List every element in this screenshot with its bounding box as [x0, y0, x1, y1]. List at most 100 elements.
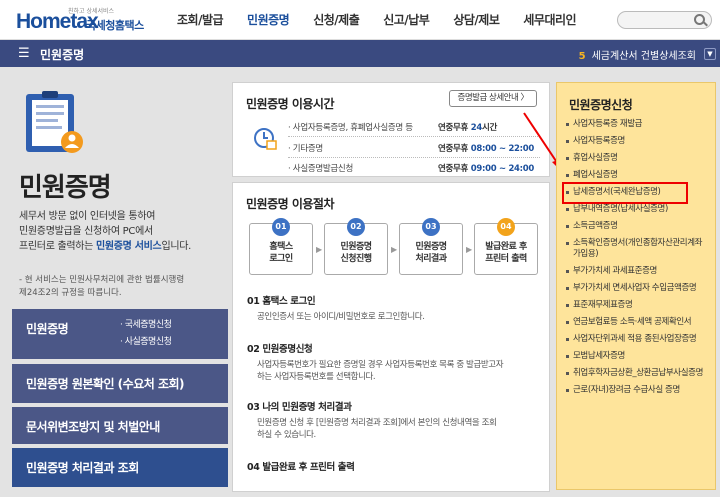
hours-row: · 사업자등록증명, 휴폐업사실증명 등 연중무휴 24시간: [288, 121, 540, 133]
description-line: 민원증명 신청 후 [민원증명 처리결과 조회]에서 본인의 신청내역을 조회: [257, 418, 497, 428]
list-item[interactable]: 부가가치세 면세사업자 수입금액증명: [564, 283, 714, 294]
ticker-text: 세금계산서 건별상세조회: [591, 51, 696, 62]
original-verification-button[interactable]: 민원증명 원본확인 (수요처 조회): [12, 364, 228, 403]
step-label: 발급완료 후프린터 출력: [475, 241, 537, 265]
procedure-panel: 민원증명 이용절차 01 홈택스 로그인 ▶ 02 민원증명 신청진행 ▶ 03 민…: [232, 182, 550, 492]
list-item[interactable]: 소득확인증명서(개인종합자산관리계좌 가입용): [564, 238, 714, 260]
submenu-national-tax-certificate[interactable]: · 국세증명신청: [120, 317, 172, 334]
list-item[interactable]: 표준재무제표증명: [564, 300, 714, 311]
search-icon[interactable]: [694, 14, 705, 25]
description-line: 사업자등록번호가 필요한 증명일 경우 사업자등록번호 목록 중 발급받고자: [257, 360, 504, 370]
step-number: 04: [497, 218, 515, 236]
search-input[interactable]: [624, 14, 688, 26]
list-item[interactable]: 모범납세자증명: [564, 351, 714, 362]
forgery-prevention-button[interactable]: 문서위변조방지 및 처벌안내: [12, 407, 228, 444]
list-item[interactable]: 폐업사실증명: [564, 170, 714, 181]
section-description: 민원증명 신청 후 [민원증명 처리결과 조회]에서 본인의 신청내역을 조회하…: [257, 417, 542, 441]
nav-item[interactable]: 신고/납부: [371, 0, 441, 40]
note-line: - 현 서비스는 민원사무처리에 관한 법률시행령: [19, 275, 185, 285]
hometax-logo[interactable]: 친하고 상세서비스 Hometax 국세청홈택스: [10, 4, 155, 36]
nav-item[interactable]: 상담/제보: [441, 0, 511, 40]
document-icon: [26, 91, 83, 153]
list-item-text: 부가가치세 면세사업자 수입금액증명: [573, 283, 697, 293]
divider: [288, 136, 540, 137]
procedure-steps: 01 홈택스 로그인 ▶ 02 민원증명 신청진행 ▶ 03 민원증명 처리결과 ▶ …: [249, 218, 539, 275]
list-item[interactable]: 연금보험료등 소득·세액 공제확인서: [564, 317, 714, 328]
step-line: 홈택스: [269, 242, 293, 252]
step-number: 02: [347, 218, 365, 236]
certificate-list: 사업자등록증 재발급 사업자등록증명 휴업사실증명 폐업사실증명 납세증명서(국…: [562, 119, 714, 402]
list-item-highlighted[interactable]: 납세증명서(국세완납증명): [562, 182, 714, 204]
hours-value: 연중무휴 24시간: [438, 121, 497, 133]
procedure-title: 민원증명 이용절차: [246, 197, 335, 211]
hours-value-text: 시간: [481, 123, 498, 133]
list-item-text: 사업자단위과세 적용 종된사업장증명: [573, 334, 697, 344]
list-item[interactable]: 납부내역증명(납세사실증명): [564, 204, 714, 215]
section-title: 민원증명: [40, 48, 85, 62]
procedure-section: 02 민원증명신청 사업자등록번호가 필요한 증명일 경우 사업자등록번호 목록…: [247, 341, 542, 383]
ticker-number: 5: [578, 51, 586, 62]
page-description: 세무서 방문 없이 인터넷을 통하여 민원증명발급을 신청하여 PC에서 프린터…: [19, 209, 229, 254]
step-line: 프린터 출력: [485, 254, 527, 264]
chevron-down-icon[interactable]: ▼: [704, 48, 716, 60]
list-item[interactable]: 부가가치세 과세표준증명: [564, 266, 714, 277]
section-heading: 04 발급완료 후 프린터 출력: [247, 462, 355, 473]
step-number: 01: [272, 218, 290, 236]
description-highlight: 민원증명 서비스: [95, 241, 162, 252]
nav-item[interactable]: 신청/제출: [301, 0, 371, 40]
menu-label: 민원증명 처리결과 조회: [26, 461, 139, 475]
step-line: 신청진행: [340, 254, 372, 264]
list-item[interactable]: 사업자등록증 재발급: [564, 119, 714, 130]
list-item[interactable]: 취업후학자금상환_상환금납부사실증명: [564, 368, 714, 379]
section-heading: 01 홈택스 로그인: [247, 296, 316, 307]
submenu-fact-certificate[interactable]: · 사실증명신청: [120, 334, 172, 351]
section-description: 공인인증서 또는 아이디/비밀번호로 로그인합니다.: [257, 312, 425, 322]
arrow-right-icon: ▶: [466, 245, 473, 254]
left-column: 민원증명 세무서 방문 없이 인터넷을 통하여 민원증명발급을 신청하여 PC에…: [0, 67, 240, 497]
nav-item[interactable]: 세무대리인: [511, 0, 588, 40]
description-line: 프린터로 출력하는 민원증명 서비스입니다.: [19, 239, 229, 254]
logo-korean: 국세청홈택스: [86, 19, 144, 32]
step-login: 01 홈택스 로그인: [249, 218, 313, 275]
description-line: 세무서 방문 없이 인터넷을 통하여: [19, 211, 156, 222]
description-line: 민원증명발급을 신청하여 PC에서: [19, 226, 153, 237]
list-item-text: 취업후학자금상환_상환금납부사실증명: [573, 368, 703, 378]
step-print: 04 발급완료 후프린터 출력: [474, 218, 538, 275]
description-text: 프린터로 출력하는: [19, 241, 96, 252]
list-item[interactable]: 사업자단위과세 적용 종된사업장증명: [564, 334, 714, 345]
note-line: 제24조2의 규정을 따릅니다.: [19, 288, 122, 298]
hours-label: · 기타증명: [288, 144, 323, 154]
processing-result-button[interactable]: 민원증명 처리결과 조회: [12, 448, 228, 487]
nav-item[interactable]: 조회/발급: [165, 0, 235, 40]
hours-value-text: 연중무휴: [438, 123, 471, 133]
step-apply: 02 민원증명 신청진행: [324, 218, 388, 275]
list-item-text: 소득확인증명서(개인종합자산관리계좌 가입용): [573, 238, 703, 259]
menu-label: 민원증명 원본확인 (수요처 조회): [26, 377, 185, 391]
hours-label: · 사실증명발급신청: [288, 164, 353, 174]
arrow-right-icon: ▶: [316, 245, 323, 254]
list-item[interactable]: 소득금액증명: [564, 221, 714, 232]
request-panel-title: 민원증명신청: [569, 98, 633, 112]
search-box: [617, 11, 712, 29]
procedure-section: 01 홈택스 로그인 공인인증서 또는 아이디/비밀번호로 로그인합니다.: [247, 293, 542, 323]
procedure-section: 03 나의 민원증명 처리결과 민원증명 신청 후 [민원증명 처리결과 조회]…: [247, 399, 542, 441]
hours-label: · 사업자등록증명, 휴폐업사실증명 등: [288, 123, 413, 133]
notice-ticker[interactable]: 5 세금계산서 건별상세조회: [579, 47, 696, 62]
list-item[interactable]: 사업자등록증명: [564, 136, 714, 147]
description-line: 하실 수 있습니다.: [257, 430, 316, 440]
civil-certificate-menu[interactable]: 민원증명 · 국세증명신청 · 사실증명신청: [12, 309, 228, 359]
hours-value-highlight: 24: [470, 123, 483, 133]
detail-guide-button[interactable]: 증명발급 상세안내 〉: [449, 90, 537, 107]
nav-item-active[interactable]: 민원증명: [235, 0, 301, 40]
list-item[interactable]: 근로(자녀)장려금 수급사실 증명: [564, 385, 714, 396]
menu-icon[interactable]: ☰: [18, 46, 30, 61]
list-item[interactable]: 휴업사실증명: [564, 153, 714, 164]
step-line: 발급완료 후: [485, 242, 527, 252]
hours-row: · 기타증명 연중무휴 08:00 ~ 22:00: [288, 142, 540, 154]
submenu: · 국세증명신청 · 사실증명신청: [120, 317, 172, 351]
step-number: 03: [422, 218, 440, 236]
section-heading: 02 민원증명신청: [247, 344, 313, 355]
sub-nav-bar: ☰ 민원증명 5 세금계산서 건별상세조회 ▼: [0, 40, 720, 67]
divider: [288, 157, 540, 158]
list-item-text: 연금보험료등 소득·세액 공제확인서: [573, 317, 692, 327]
